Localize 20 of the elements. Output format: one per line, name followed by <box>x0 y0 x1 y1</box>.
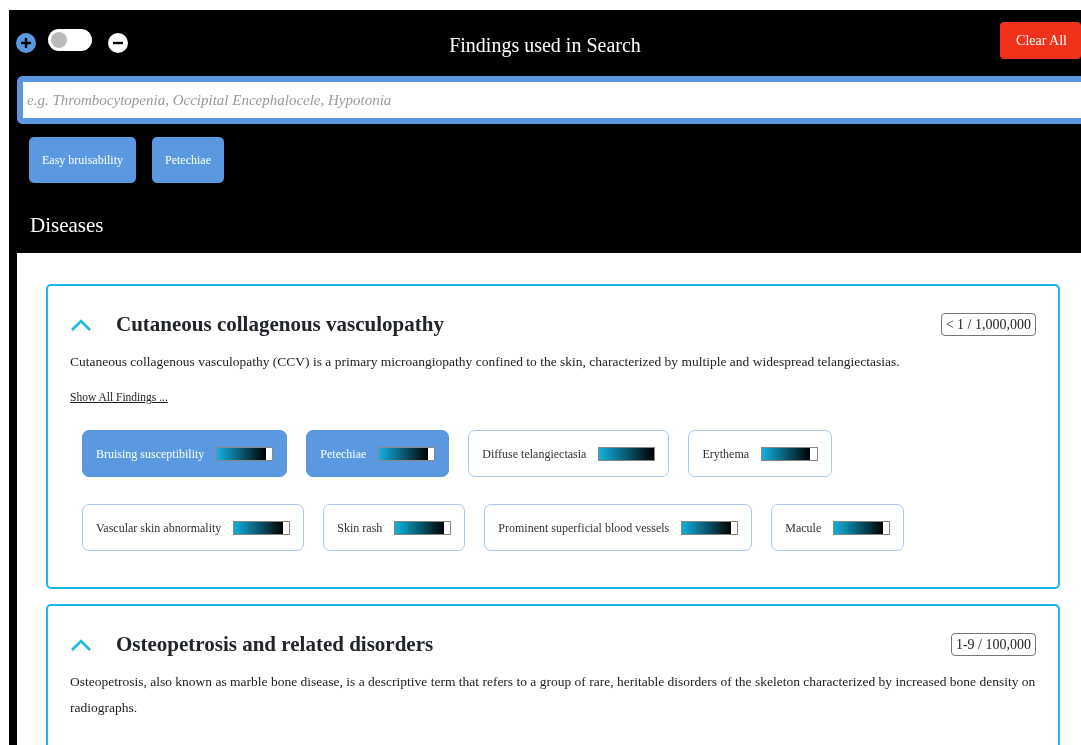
finding-button[interactable]: Erythema <box>688 430 833 478</box>
finding-button[interactable]: Vascular skin abnormality <box>82 504 305 552</box>
toggle-switch[interactable] <box>48 29 92 51</box>
finding-button[interactable]: Macule <box>771 504 905 552</box>
prevalence-label: 1-9 / 100,000 <box>950 633 1036 657</box>
panel-title: Findings used in Search <box>449 34 641 56</box>
finding-button[interactable]: Prominent superficial blood vessels <box>484 504 753 552</box>
zoom-out-icon[interactable] <box>108 30 128 50</box>
disease-name: Osteopetrosis and related disorders <box>116 632 434 658</box>
zoom-in-icon[interactable] <box>16 30 36 50</box>
section-heading: Diseases <box>29 212 105 239</box>
finding-button[interactable]: Diffuse telangiectasia <box>468 430 670 478</box>
search-field[interactable]: e.g. Thrombocytopenia, Occipital Encephalocele, Hypotonia <box>17 76 1081 124</box>
finding-button[interactable]: Skin rash <box>323 504 466 552</box>
clear-all-button[interactable]: Clear All <box>1000 21 1081 59</box>
disease-description: Cutaneous collagenous vasculopathy (CCV) is a primary microangiopathy confined to the skin, characterized by multiple and widespread telangiectasias. <box>70 353 901 372</box>
disease-name: Cutaneous collagenous vasculopathy <box>116 312 444 338</box>
prevalence-label: < 1 / 1,000,000 <box>940 313 1036 337</box>
show-all-findings-link[interactable]: Show All Findings ... <box>70 389 168 407</box>
disease-description: Osteopetrosis, also known as marble bone disease, is a descriptive term that refers to a group of rare, heritable disorders of the skeleton characterized by increased bone density on radiographs. <box>70 673 1036 718</box>
